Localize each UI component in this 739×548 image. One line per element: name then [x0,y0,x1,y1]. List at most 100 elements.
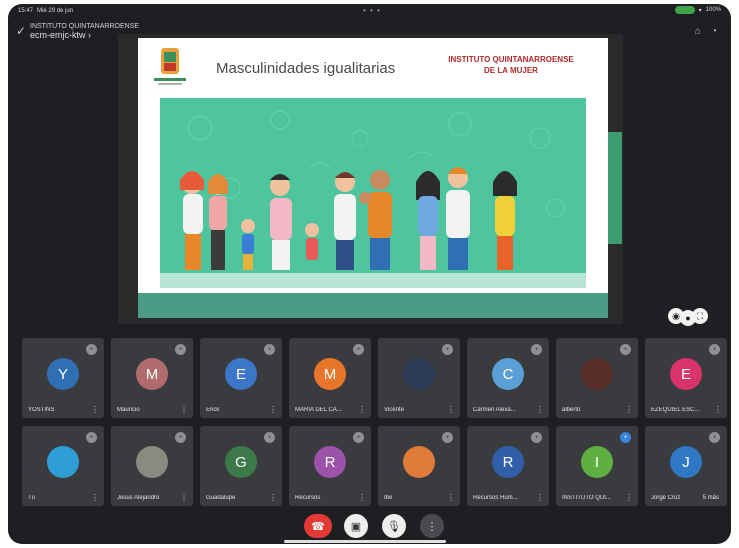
participant-name: Mauricio [117,407,140,413]
status-bar: 15:47 Mié 29 de jun • • • ▾ 100% [8,4,731,18]
participant-name: Guadalupe [206,495,236,501]
participant-tile[interactable]: • R Recursos ⋮ [289,426,371,506]
presentation-stage: Masculinidades igualitarias INSTITUTO QU… [118,34,696,326]
tile-menu-icon[interactable]: ⋮ [625,493,633,502]
mic-muted-icon: • [86,432,97,443]
tile-menu-icon[interactable]: ⋮ [358,405,366,414]
participant-tile[interactable]: • E EZEQUIEL ESC... ⋮ [645,338,727,418]
mic-muted-icon: • [264,432,275,443]
tile-menu-icon[interactable]: ⋮ [536,493,544,502]
tile-menu-icon[interactable]: ⋮ [358,493,366,502]
slide-footer-band [138,293,608,318]
switch-camera-icon[interactable]: ⌂ [695,26,701,37]
avatar: G [225,446,257,478]
slide-header: Masculinidades igualitarias INSTITUTO QU… [138,38,608,96]
participant-name: Erick [206,407,220,413]
participant-tile[interactable]: • M MARÍA DEL CA... ⋮ [289,338,371,418]
slide-accent-bar [608,132,622,244]
meeting-code: ecm-emjc-ktw [30,30,86,40]
avatar: E [225,358,257,390]
avatar: I [581,446,613,478]
participant-name: YOSTINS [28,407,55,413]
tile-menu-icon[interactable]: ⋮ [91,405,99,414]
mic-muted-icon: • [86,344,97,355]
families-illustration [160,98,586,288]
participant-tile[interactable]: • J Jorge Cruz 5 más [645,426,727,506]
participant-name: Carmen Alexa... [473,407,516,413]
participant-name: INSTITUTO QUI... [562,495,611,501]
more-options-button[interactable]: ⋮ [420,514,444,538]
participant-tile[interactable]: • Jesus Alejandro ⋮ [111,426,193,506]
participant-name: Ibe [384,495,393,501]
mic-muted-icon: • [709,344,720,355]
end-call-button[interactable]: ☎ [304,514,332,538]
avatar [47,446,79,478]
tile-menu-icon[interactable]: ⋮ [269,493,277,502]
participant-name: Jorge Cruz [651,495,681,501]
home-indicator[interactable] [284,540,446,543]
tile-menu-icon[interactable]: ⋮ [180,493,188,502]
participant-name: Recursos [295,495,321,501]
tile-menu-icon[interactable]: ⋮ [625,405,633,414]
participant-tile[interactable]: • Ibe ⋮ [378,426,460,506]
more-vert-icon: ⋮ [426,520,438,533]
avatar [581,358,613,390]
avatar: J [670,446,702,478]
camera-toggle-button[interactable]: ▣ [344,514,368,538]
participant-name: MARÍA DEL CA... [295,407,342,413]
mic-muted-icon: • [353,432,364,443]
mic-muted-icon: • [620,344,631,355]
participant-tile[interactable]: • M Mauricio ⋮ [111,338,193,418]
tile-menu-icon[interactable]: ⋮ [180,405,188,414]
participant-tile[interactable]: • Y YOSTINS ⋮ [22,338,104,418]
call-indicator-icon [674,6,695,14]
participant-name: Vicente [384,407,404,413]
tile-menu-icon[interactable]: ⋮ [91,493,99,502]
collapse-chevron-icon[interactable]: ✓ [16,24,26,38]
avatar: C [492,358,524,390]
participant-tile[interactable]: • G Guadalupe ⋮ [200,426,282,506]
participant-name: Tú [28,495,36,501]
avatar [403,358,435,390]
participant-name: Recursos Hum... [473,495,518,501]
mic-muted-icon: • [264,344,275,355]
mic-muted-icon: • [531,432,542,443]
mic-muted-icon: • [442,344,453,355]
participant-tile[interactable]: • R Recursos Hum... ⋮ [467,426,549,506]
tile-menu-icon[interactable]: ⋮ [447,405,455,414]
multitask-dots-icon[interactable]: • • • [363,6,381,15]
participant-name: Jesus Alejandro [117,495,160,501]
participant-name: alberto [562,407,581,413]
slide-title: Masculinidades igualitarias [216,60,396,77]
more-participants-label[interactable]: 5 más [703,495,719,501]
avatar [136,446,168,478]
mic-toggle-button[interactable]: 🎙 [382,514,406,538]
participant-tile[interactable]: • alberto ⋮ [556,338,638,418]
status-date: Mié 29 de jun [37,8,74,14]
phone-hangup-icon: ☎ [311,520,325,533]
avatar: R [492,446,524,478]
tile-menu-icon[interactable]: ⋮ [447,493,455,502]
tile-menu-icon[interactable]: ⋮ [269,405,277,414]
status-time: 15:47 [18,8,34,14]
participant-tile[interactable]: • C Carmen Alexa... ⋮ [467,338,549,418]
avatar [403,446,435,478]
mic-muted-icon: • [531,344,542,355]
participant-tile[interactable]: + I INSTITUTO QUI... ⋮ [556,426,638,506]
participant-tile[interactable]: • Vicente ⋮ [378,338,460,418]
topbar-actions: ⌂ ◔ [695,26,717,37]
participant-tile[interactable]: • Tú ⋮ [22,426,104,506]
mic-muted-icon: • [709,432,720,443]
institute-name: INSTITUTO QUINTANARROENSE DE LA MUJER [426,54,596,76]
fullscreen-icon[interactable]: ⛶ [692,308,708,324]
battery-level: 100% [705,7,721,13]
presentation-slide: Masculinidades igualitarias INSTITUTO QU… [138,38,622,318]
participant-mic-icon[interactable]: ◉ [668,308,684,324]
tile-menu-icon[interactable]: ⋮ [536,405,544,414]
mic-muted-icon: • [175,344,186,355]
mic-muted-icon: • [353,344,364,355]
tile-menu-icon[interactable]: ⋮ [714,405,722,414]
audio-output-icon[interactable]: ◔ [711,26,717,37]
participant-tile[interactable]: • E Erick ⋮ [200,338,282,418]
quintana-roo-logo [154,48,186,85]
